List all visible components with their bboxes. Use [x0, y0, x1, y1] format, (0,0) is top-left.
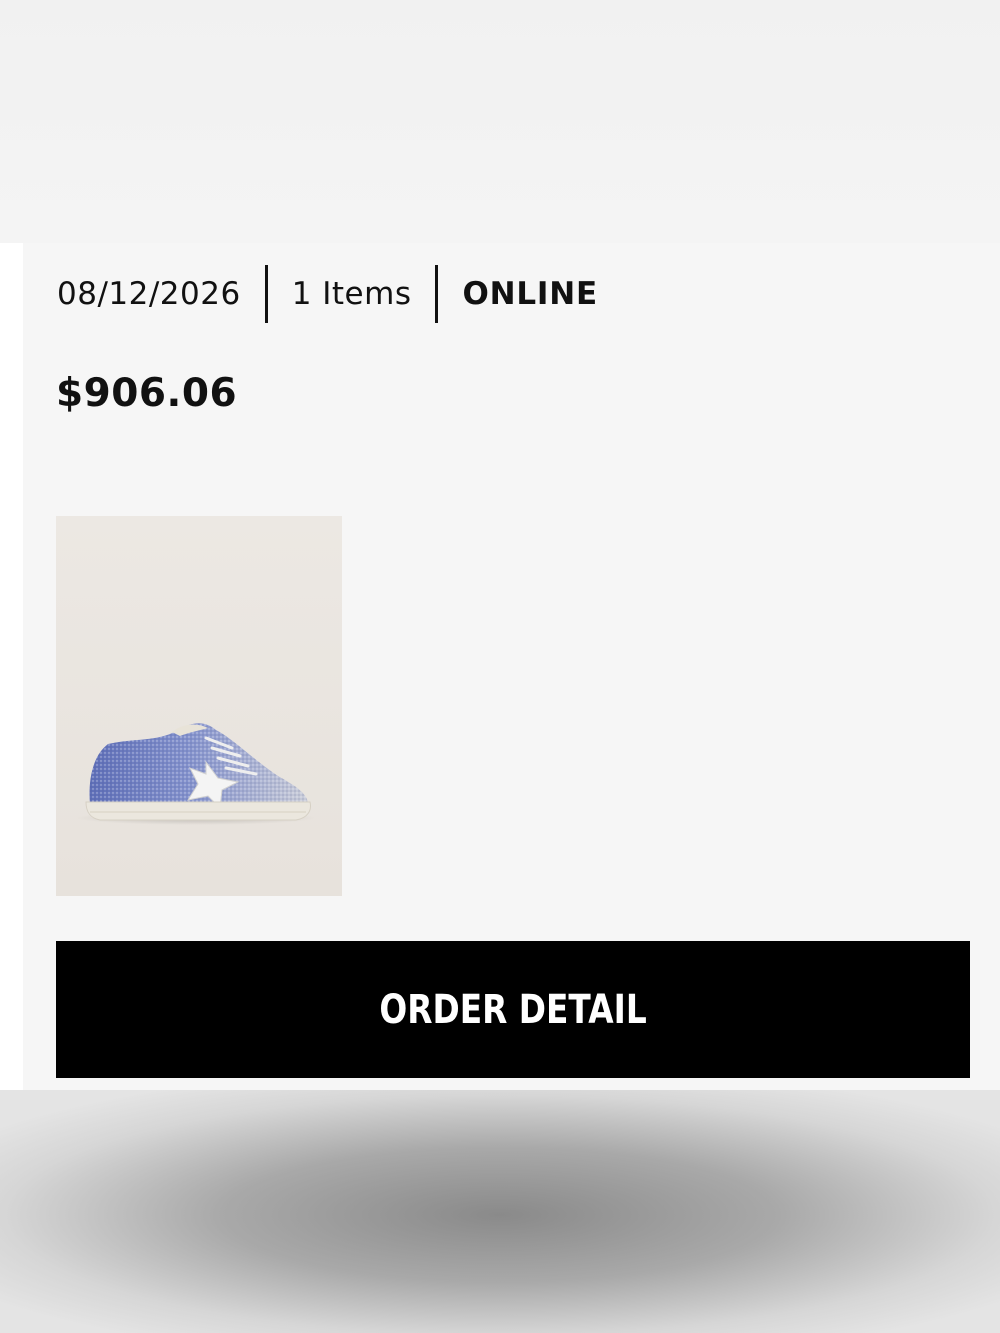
- glitter-sneaker-image: [76, 723, 316, 825]
- order-item-count: 1 Items: [291, 276, 412, 312]
- order-date: 08/12/2026: [57, 276, 241, 312]
- blurred-top-area: [0, 0, 1000, 243]
- order-total: $906.06: [56, 371, 238, 416]
- order-detail-button[interactable]: ORDER DETAIL: [56, 941, 970, 1078]
- product-thumbnail[interactable]: [56, 516, 342, 896]
- blurred-bottom-area: [0, 1090, 1000, 1333]
- order-channel: ONLINE: [462, 276, 598, 312]
- order-meta-row: 08/12/2026 1 Items ONLINE: [57, 265, 598, 323]
- order-detail-button-label: ORDER DETAIL: [379, 986, 647, 1033]
- order-card[interactable]: 08/12/2026 1 Items ONLINE $906.06 ORDER …: [23, 243, 1000, 1090]
- card-left-edge: [0, 243, 23, 1090]
